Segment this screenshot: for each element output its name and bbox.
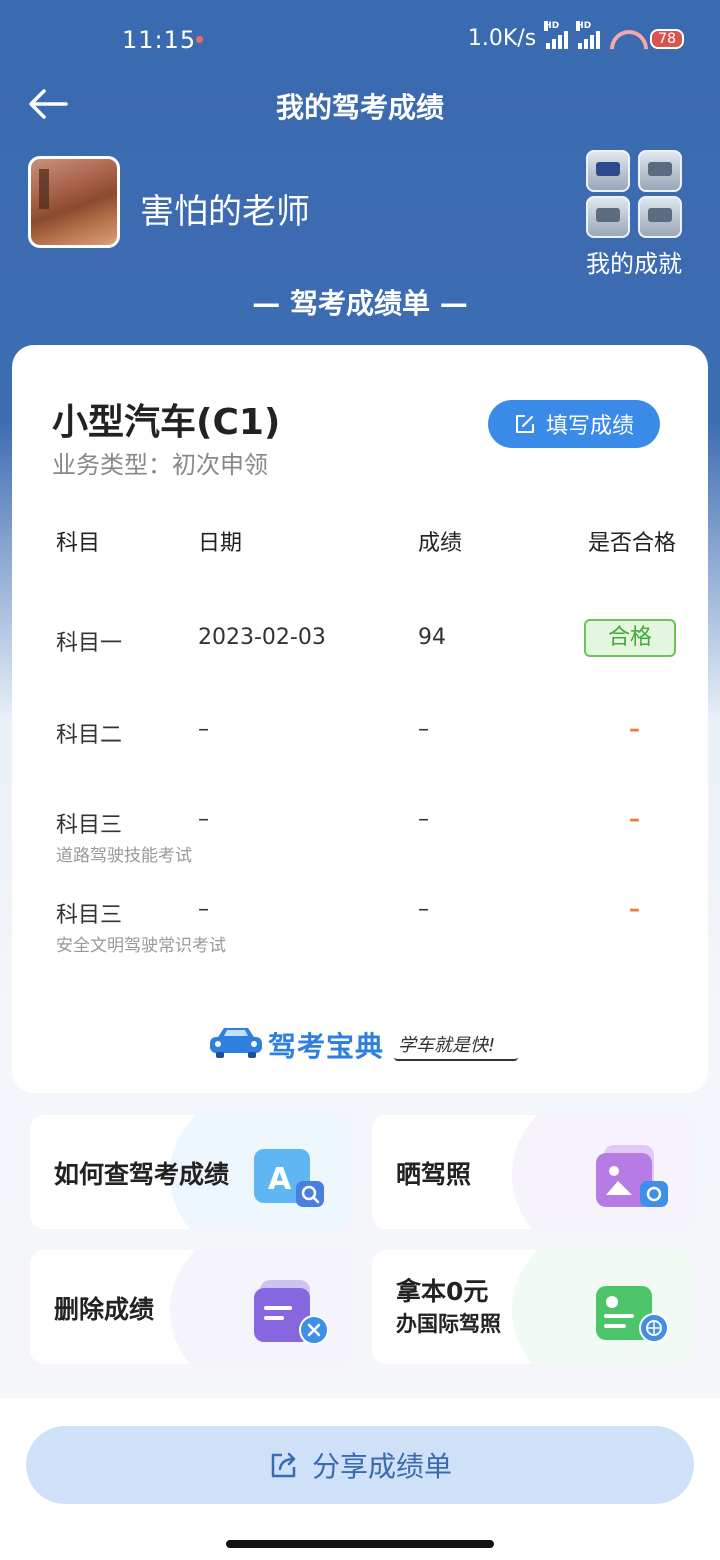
brand-slogan: 学车就是快! (398, 1035, 496, 1056)
row-subject: 科目二 (56, 723, 123, 748)
status-time: 11:15 (122, 26, 197, 54)
net-speed: 1.0K/s (467, 26, 537, 51)
row-date: – (198, 897, 209, 922)
intl-license-tile[interactable]: 拿本0元 办国际驾照 (372, 1250, 692, 1364)
battery-icon: 78 (650, 28, 684, 49)
report-title: — 驾考成绩单 — (252, 287, 468, 320)
svg-text:A: A (268, 1162, 292, 1197)
row-subject: 科目三 (56, 813, 123, 838)
car-type: 小型汽车(C1) (52, 402, 281, 443)
share-icon (271, 1452, 296, 1478)
brand-logo: 驾考宝典 学车就是快! (208, 1017, 528, 1067)
status-right: 1.0K/s HD HD 78 (467, 20, 684, 51)
col-score: 成绩 (418, 531, 463, 556)
row-passed: – (629, 717, 640, 742)
avatar[interactable] (28, 156, 120, 248)
table-header: 科目 日期 成绩 是否合格 (56, 525, 676, 565)
delete-document-icon (254, 1280, 328, 1344)
header: 我的驾考成绩 (0, 80, 720, 130)
col-date: 日期 (198, 531, 243, 556)
page-title: 我的驾考成绩 (275, 91, 444, 124)
score-table: 科目 日期 成绩 是否合格 科目一 2023-02-03 94 合格 科目二 –… (56, 525, 676, 956)
row-score: – (418, 807, 429, 832)
row-date: – (198, 717, 209, 742)
fill-score-button[interactable]: 填写成绩 (488, 400, 660, 448)
row-subject-sub: 安全文明驾驶常识考试 (56, 936, 226, 956)
row-score: – (418, 717, 429, 742)
id-card-globe-icon (596, 1286, 669, 1343)
check-score-label: 如何查驾考成绩 (54, 1160, 230, 1189)
intl-license-line1: 拿本0元 (396, 1277, 489, 1306)
fill-score-label: 填写成绩 (545, 414, 634, 439)
row-date: – (198, 807, 209, 832)
row-subject-sub: 道路驾驶技能考试 (56, 846, 192, 866)
brand-name: 驾考宝典 (268, 1030, 385, 1063)
badge-icon (638, 196, 682, 238)
home-indicator[interactable] (226, 1540, 494, 1548)
notification-dot-icon (196, 36, 203, 43)
row-score: 94 (418, 625, 446, 650)
row-date: 2023-02-03 (198, 625, 326, 650)
row-passed: – (629, 897, 640, 922)
footer: 分享成绩单 (0, 1398, 720, 1560)
delete-score-tile[interactable]: 删除成绩 (30, 1250, 350, 1364)
brand-underline (394, 1057, 518, 1061)
signal-icon-2: HD (576, 20, 601, 49)
check-score-tile[interactable]: 如何查驾考成绩 A (30, 1115, 350, 1229)
intl-license-line2: 办国际驾照 (396, 1312, 501, 1336)
achievements-button[interactable]: 我的成就 (582, 150, 686, 279)
profile: 害怕的老师 (28, 156, 310, 248)
row-subject: 科目一 (56, 631, 123, 656)
search-document-icon: A (254, 1149, 324, 1207)
edit-icon (515, 415, 534, 433)
badge-icon (586, 196, 630, 238)
username: 害怕的老师 (140, 192, 310, 232)
wifi-icon (610, 28, 640, 50)
car-logo-icon (210, 1028, 262, 1058)
show-license-tile[interactable]: 晒驾照 (372, 1115, 692, 1229)
badge-grid (582, 150, 686, 238)
share-button[interactable]: 分享成绩单 (26, 1426, 694, 1504)
score-card: 小型汽车(C1) 业务类型：初次申领 填写成绩 科目 日期 成绩 是否合格 科目… (12, 345, 708, 1093)
col-passed: 是否合格 (587, 531, 676, 556)
status-bar: 11:15 1.0K/s HD HD 78 (0, 0, 720, 80)
achievements-label: 我的成就 (586, 250, 682, 278)
business-type: 业务类型：初次申领 (52, 451, 268, 479)
col-subject: 科目 (56, 531, 101, 556)
share-label: 分享成绩单 (311, 1450, 452, 1483)
row-score: – (418, 897, 429, 922)
photo-camera-icon (596, 1145, 668, 1207)
delete-score-label: 删除成绩 (54, 1295, 155, 1324)
badge-icon (586, 150, 630, 192)
badge-icon (638, 150, 682, 192)
pass-badge: 合格 (584, 619, 676, 657)
show-license-label: 晒驾照 (396, 1160, 472, 1189)
signal-icon: HD (544, 20, 569, 49)
intl-license-label: 拿本0元 办国际驾照 (396, 1276, 501, 1340)
row-passed: – (629, 807, 640, 832)
